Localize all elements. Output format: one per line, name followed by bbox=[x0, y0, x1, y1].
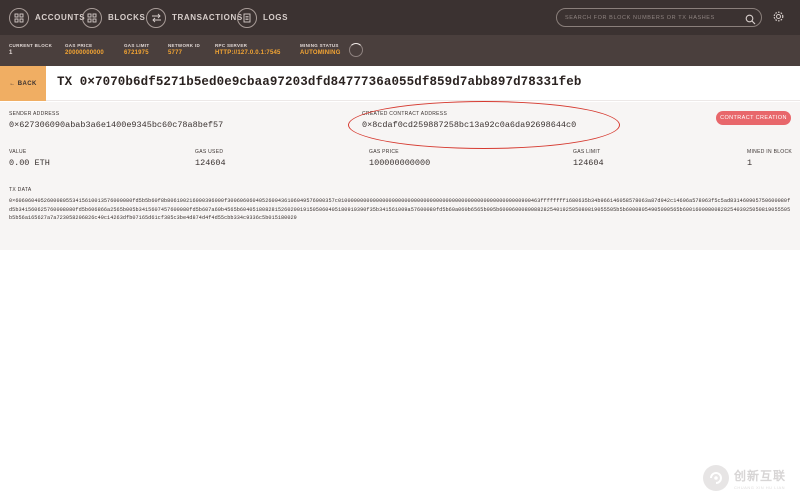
nav-accounts[interactable]: ACCOUNTS bbox=[9, 0, 85, 35]
nav-logs[interactable]: LOGS bbox=[237, 0, 288, 35]
stat-gas-limit: GAS LIMIT 6721975 bbox=[124, 43, 149, 56]
gear-icon[interactable] bbox=[772, 10, 785, 28]
nav-transactions[interactable]: TRANSACTIONS bbox=[146, 0, 243, 35]
gas-used-value: 124604 bbox=[195, 158, 226, 168]
nav-blocks[interactable]: BLOCKS bbox=[82, 0, 145, 35]
status-bar bbox=[0, 35, 800, 66]
search-input[interactable] bbox=[565, 12, 745, 24]
nav-transactions-label: TRANSACTIONS bbox=[172, 13, 243, 22]
watermark-en: CHUANG XIN HU LIAN bbox=[734, 484, 786, 490]
watermark: 创新互联 CHUANG XIN HU LIAN bbox=[697, 456, 800, 500]
search-icon[interactable] bbox=[745, 12, 756, 30]
gas-limit-value: 124604 bbox=[573, 158, 604, 168]
sender-label: SENDER ADDRESS bbox=[9, 111, 60, 117]
back-button[interactable]: ← BACK bbox=[0, 66, 46, 101]
sender-address[interactable]: 0×627306090abab3a6e1400e9345bc60c78a8bef… bbox=[9, 120, 223, 130]
transactions-arrows-icon bbox=[146, 7, 166, 28]
mined-block-label: MINED IN BLOCK bbox=[747, 149, 793, 155]
stat-network-id: NETWORK ID 5777 bbox=[168, 43, 200, 56]
logs-document-icon bbox=[237, 7, 257, 28]
gas-price-label: GAS PRICE bbox=[369, 149, 399, 155]
nav-accounts-label: ACCOUNTS bbox=[35, 13, 86, 22]
watermark-logo-icon bbox=[703, 465, 729, 491]
stat-value: 5777 bbox=[168, 50, 183, 56]
tx-data-value: 0×6060604052600080553415610013576000080f… bbox=[9, 198, 791, 222]
contract-address[interactable]: 0×8cdaf0cd259887258bc13a92c0a6da92698644… bbox=[362, 120, 576, 130]
stat-rpc-server: RPC SERVER HTTP://127.0.0.1:7545 bbox=[215, 43, 281, 56]
value-amount: 0.00 ETH bbox=[9, 158, 50, 168]
stat-current-block: CURRENT BLOCK 1 bbox=[9, 43, 52, 56]
value-label: VALUE bbox=[9, 149, 27, 155]
contract-label: CREATED CONTRACT ADDRESS bbox=[362, 111, 448, 117]
stat-label: MINING STATUS bbox=[300, 43, 339, 48]
stat-value: 20000000000 bbox=[65, 50, 104, 56]
mined-block-value[interactable]: 1 bbox=[747, 158, 752, 168]
nav-blocks-label: BLOCKS bbox=[108, 13, 146, 22]
page-title: TX 0×7070b6df5271b5ed0e9cbaa97203dfd8477… bbox=[57, 75, 582, 89]
stat-label: CURRENT BLOCK bbox=[9, 43, 53, 48]
search-box[interactable] bbox=[556, 8, 762, 27]
stat-label: GAS LIMIT bbox=[124, 43, 150, 48]
stat-value: 6721975 bbox=[124, 50, 149, 56]
gas-limit-label: GAS LIMIT bbox=[573, 149, 601, 155]
accounts-grid-icon bbox=[9, 7, 29, 28]
tx-data-label: TX DATA bbox=[9, 187, 32, 193]
stat-label: NETWORK ID bbox=[168, 43, 200, 48]
stat-value: 1 bbox=[9, 50, 13, 56]
gas-used-label: GAS USED bbox=[195, 149, 224, 155]
stat-label: RPC SERVER bbox=[215, 43, 248, 48]
gas-price-value: 100000000000 bbox=[369, 158, 431, 168]
stat-label: GAS PRICE bbox=[65, 43, 93, 48]
stat-gas-price: GAS PRICE 20000000000 bbox=[65, 43, 104, 56]
nav-logs-label: LOGS bbox=[263, 13, 289, 22]
mining-spinner-icon bbox=[349, 43, 363, 57]
blocks-grid-icon bbox=[82, 7, 102, 28]
stat-mining-status: MINING STATUS AUTOMINING bbox=[300, 43, 341, 56]
stat-value: HTTP://127.0.0.1:7545 bbox=[215, 50, 281, 56]
watermark-text: 创新互联 CHUANG XIN HU LIAN bbox=[734, 467, 786, 490]
stat-value: AUTOMINING bbox=[300, 50, 341, 56]
contract-creation-badge: CONTRACT CREATION bbox=[716, 111, 791, 125]
watermark-cn: 创新互联 bbox=[734, 468, 787, 483]
